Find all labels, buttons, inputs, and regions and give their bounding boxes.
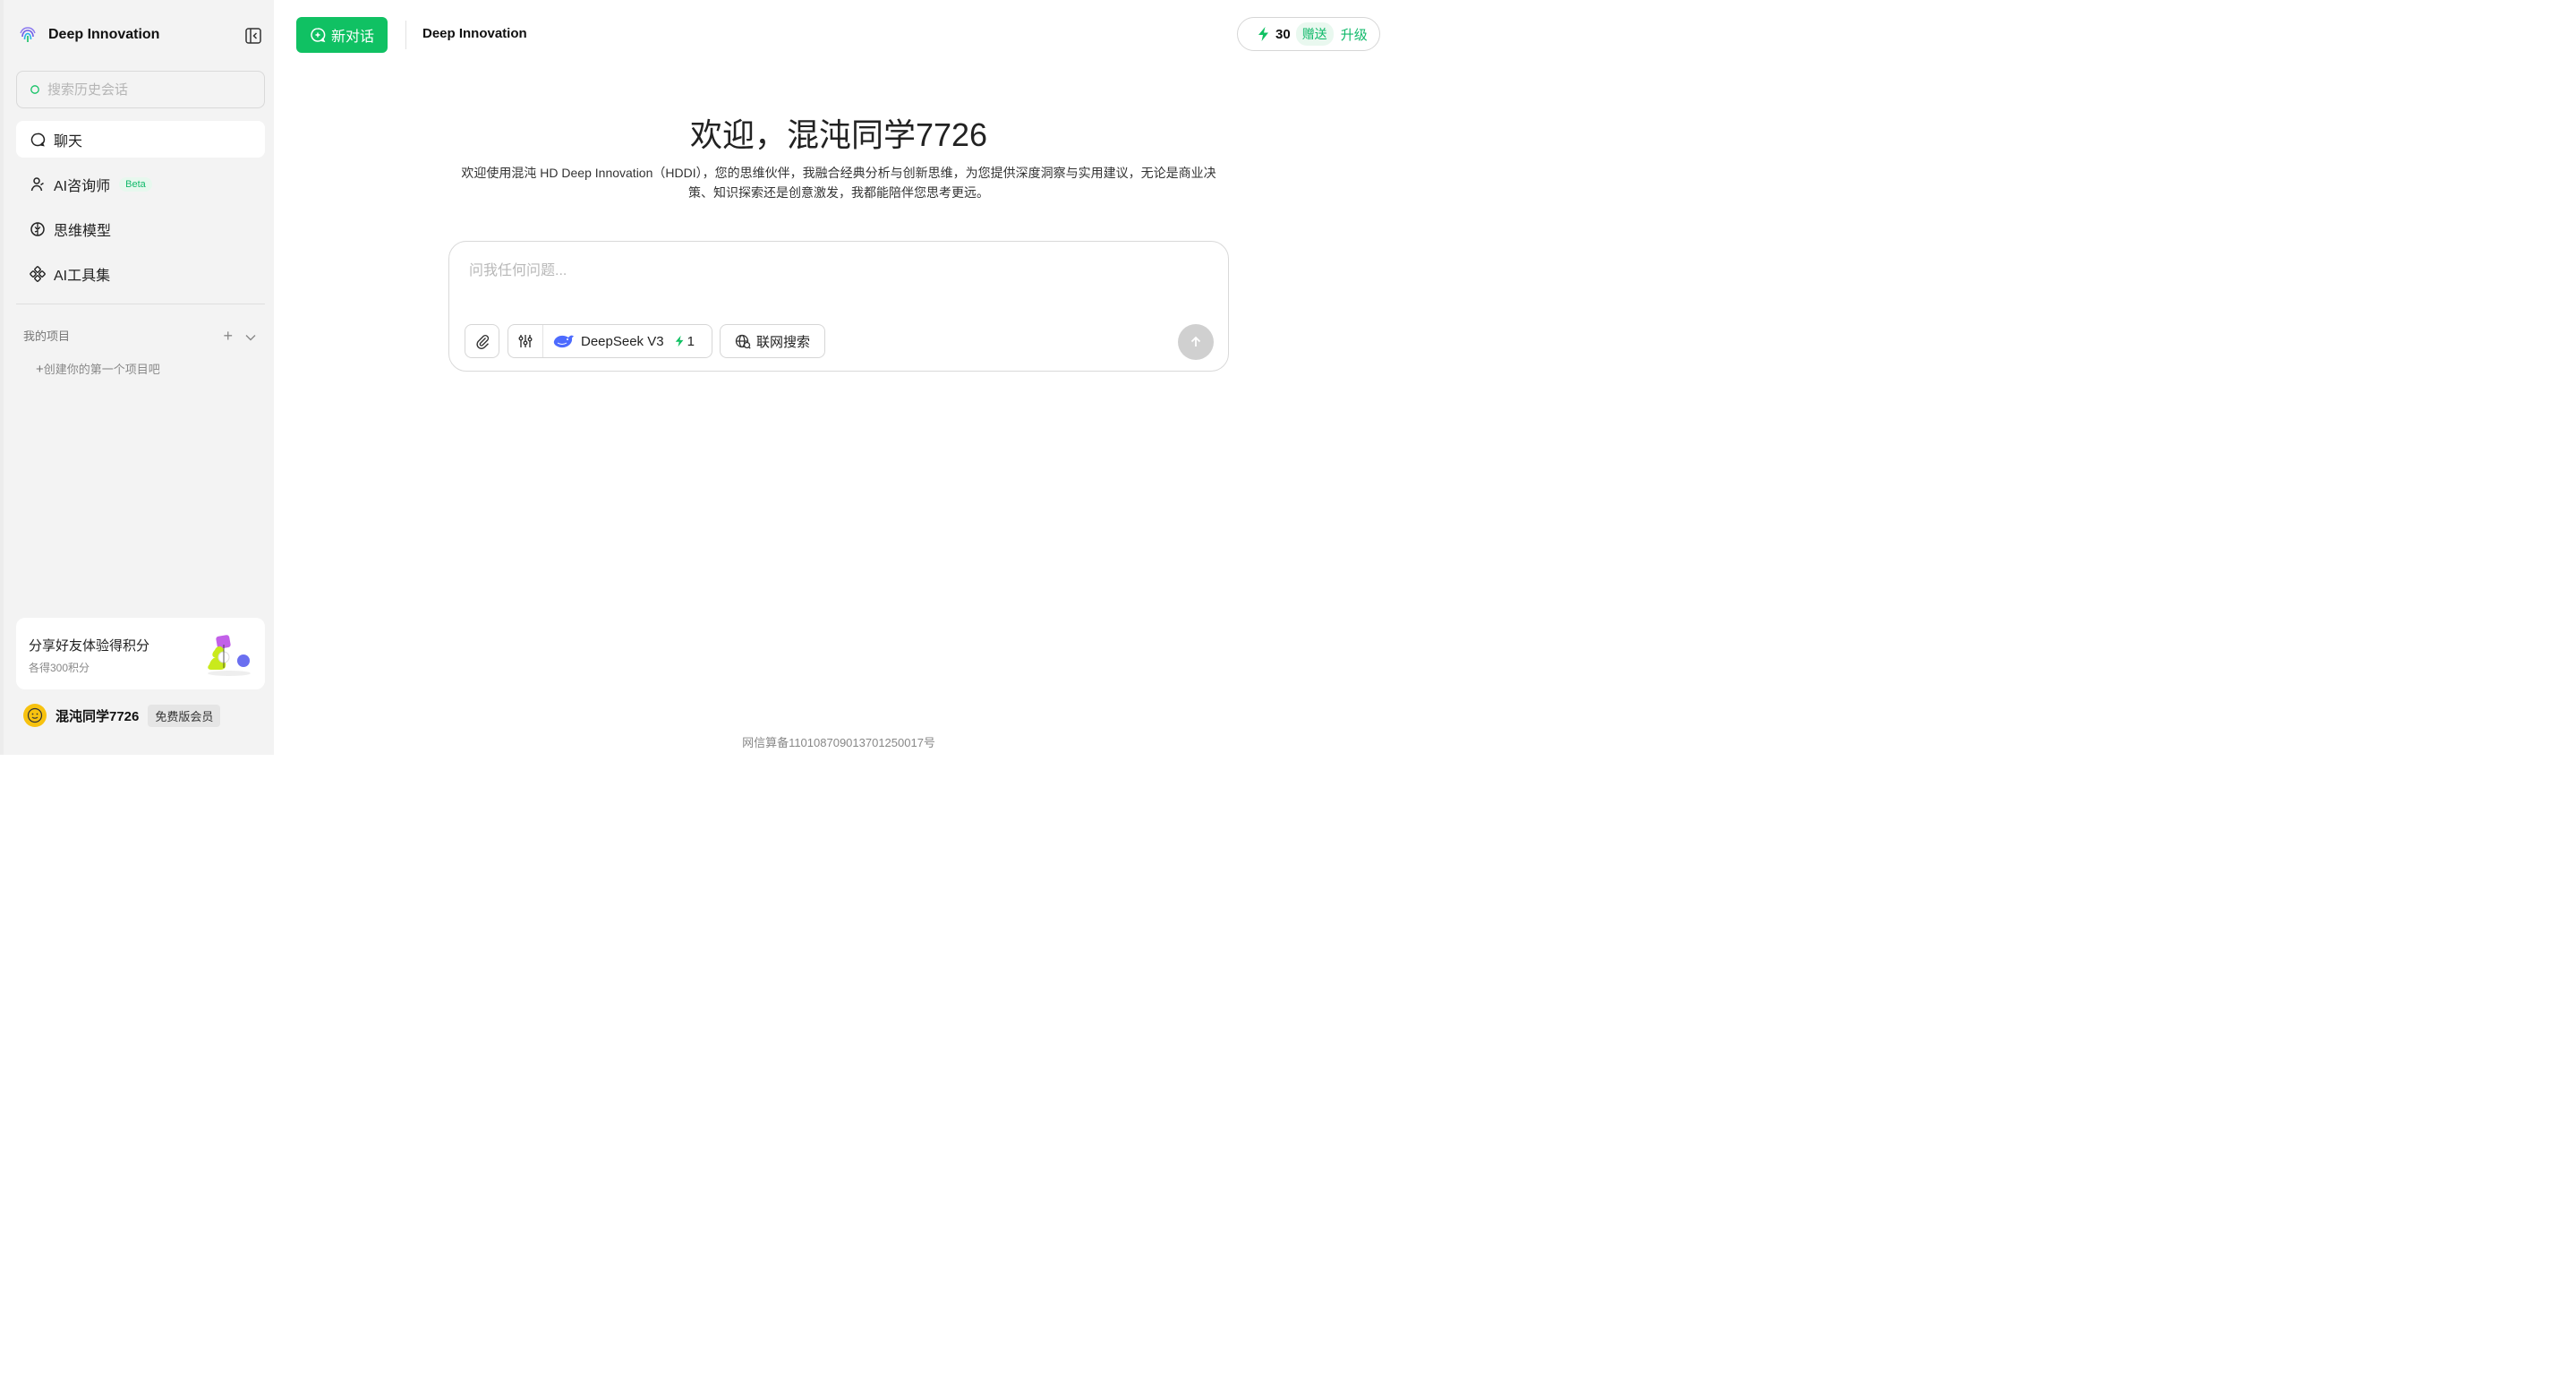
user-profile[interactable]: 混沌同学7726 免费版会员: [23, 704, 221, 727]
chat-input[interactable]: [467, 256, 1205, 295]
send-button[interactable]: [1178, 324, 1214, 360]
membership-badge: 免费版会员: [148, 704, 221, 727]
sidebar-item-label: AI工具集: [54, 268, 111, 284]
add-project-icon[interactable]: +: [223, 328, 233, 344]
create-first-project-link[interactable]: +创建你的第一个项目吧: [36, 360, 160, 377]
globe-icon: [735, 333, 751, 349]
brand: Deep Innovation: [16, 20, 159, 50]
sidebar-item-ai-consultant[interactable]: AI咨询师 Beta: [16, 166, 265, 202]
deepseek-whale-icon: [553, 335, 574, 348]
sidebar-item-label: 聊天: [54, 133, 83, 150]
web-search-label: 联网搜索: [755, 334, 810, 350]
sidebar: Deep Innovation 聊天 AI咨询师: [0, 0, 274, 755]
projects-title: 我的项目: [23, 329, 71, 343]
create-project-label: 创建你的第一个项目吧: [43, 363, 160, 376]
intro-text: 欢迎使用混沌 HD Deep Innovation（HDDI），您的思维伙伴，我…: [461, 166, 1216, 200]
app-window: Deep Innovation 聊天 AI咨询师: [0, 0, 1403, 755]
model-selector[interactable]: DeepSeek V3 1: [508, 324, 712, 358]
new-chat-icon: [310, 27, 326, 43]
brand-name: Deep Innovation: [48, 27, 160, 42]
header-divider: [405, 21, 406, 49]
points-upgrade-pill[interactable]: 30 赠送 升级: [1237, 17, 1380, 51]
sidebar-item-thinking-models[interactable]: 思维模型: [16, 210, 265, 247]
main-content: 新对话 Deep Innovation 30 赠送 升级 欢迎，混沌同学7726…: [274, 0, 1403, 755]
beta-badge: Beta: [119, 176, 152, 192]
username: 混沌同学7726: [55, 708, 140, 724]
attach-button[interactable]: [465, 324, 499, 358]
fingerprint-logo-icon: [17, 24, 38, 46]
sidebar-item-ai-tools[interactable]: AI工具集: [16, 255, 265, 292]
chevron-down-icon[interactable]: [245, 328, 256, 344]
lightning-icon: [1258, 27, 1268, 41]
model-settings-button[interactable]: [508, 325, 543, 357]
sidebar-item-label: AI咨询师: [54, 178, 111, 194]
paperclip-icon: [475, 335, 489, 349]
icp-footer: 网信算备110108709013701250017号: [742, 736, 935, 749]
web-search-toggle[interactable]: 联网搜索: [720, 324, 825, 358]
upgrade-link[interactable]: 升级: [1341, 25, 1368, 44]
brain-icon: [29, 220, 47, 238]
welcome-heading: 欢迎，混沌同学7726: [689, 116, 988, 153]
model-cost: 1: [675, 334, 695, 349]
avatar: [23, 704, 47, 727]
sidebar-collapse-icon: [245, 28, 261, 44]
arrow-up-icon: [1190, 336, 1201, 346]
model-option[interactable]: DeepSeek V3 1: [543, 332, 695, 350]
consultant-icon: [29, 175, 47, 193]
lightning-icon: [675, 335, 684, 347]
new-chat-button[interactable]: 新对话: [296, 17, 388, 53]
tools-icon: [29, 265, 47, 283]
history-search-input[interactable]: [46, 81, 246, 98]
plus-icon: +: [36, 362, 44, 377]
sidebar-item-label: 思维模型: [54, 223, 112, 239]
points-count: 30: [1275, 26, 1291, 42]
collapse-sidebar-button[interactable]: [243, 26, 263, 46]
model-name: DeepSeek V3: [581, 333, 664, 349]
page-title: Deep Innovation: [422, 26, 527, 41]
share-invite-card[interactable]: 分享好友体验得积分 各得300积分: [16, 618, 265, 689]
projects-header: 我的项目 +: [23, 327, 265, 344]
sidebar-item-chat[interactable]: 聊天: [16, 121, 265, 158]
search-icon: [30, 85, 39, 94]
chat-icon: [29, 131, 47, 149]
history-search: [16, 71, 265, 108]
mascot-illustration-icon: [208, 635, 251, 676]
sliders-icon: [518, 335, 533, 347]
model-cost-value: 1: [687, 333, 695, 349]
smiley-avatar-icon: [27, 707, 43, 723]
gift-tag: 赠送: [1295, 22, 1334, 46]
chat-composer: DeepSeek V3 1 联网搜索: [448, 241, 1229, 372]
new-chat-label: 新对话: [330, 30, 374, 45]
